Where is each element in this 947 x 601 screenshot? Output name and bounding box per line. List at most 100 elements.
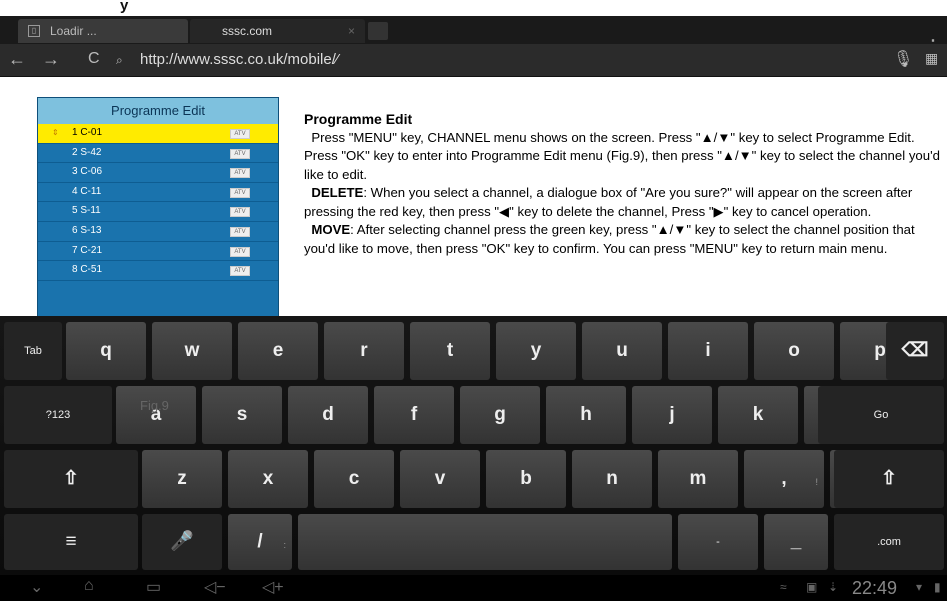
key-d-label: d [322,404,334,425]
atv-badge: ATV [230,148,250,159]
key-g-label: g [494,404,506,425]
key-e[interactable]: e [238,322,318,380]
key-backspace[interactable]: ⌫ [886,322,944,380]
key-b[interactable]: b [486,450,566,508]
key-space[interactable] [298,514,672,570]
system-nav-bar: ⌄ ⌂ ▭ ◁− ◁+ ≈ ▣ ⇣ 22:49 ▾ ▮ [0,575,947,601]
atv-badge: ATV [230,129,250,139]
forward-icon[interactable]: → [42,49,60,70]
atv-badge: ATV [230,168,250,179]
channel-row[interactable]: 8 C-51 ATV [38,261,278,281]
url-input[interactable]: http://www.sssc.co.uk/mobile/⁄ [140,49,860,71]
key-o-label: o [788,340,800,361]
programme-edit-panel: Programme Edit ⇕ 1 C-01 ATV 2 S-42 ATV 3 C-06… [37,97,279,319]
key-y[interactable]: y [496,322,576,380]
atv-badge: ATV [230,266,250,277]
channel-row[interactable]: 6 S-13 ATV [38,222,278,242]
tab-active[interactable]: sssc.com × [190,19,365,43]
key-symbols[interactable]: ?123 [4,386,112,444]
channel-row[interactable]: 4 C-11 ATV [38,183,278,203]
channel-label: 2 S-42 [72,146,102,158]
key-k-label: k [752,404,764,425]
key-slash[interactable]: /: [228,514,292,570]
volume-down-icon[interactable]: ◁− [204,577,226,597]
key-c[interactable]: c [314,450,394,508]
key-w[interactable]: w [152,322,232,380]
recent-apps-icon[interactable]: ▭ [146,577,161,597]
clock: 22:49 [852,578,898,598]
tab-loading[interactable]: ▯ Loadir ... [18,19,188,43]
volume-up-icon[interactable]: ◁+ [262,577,284,597]
home-icon[interactable]: ⌂ [84,577,94,595]
key-e-label: e [272,340,284,361]
key-settings[interactable]: ≡ [4,514,138,570]
key-d[interactable]: d [288,386,368,444]
search-icon: ⌕ [116,53,123,67]
key-z-label: z [177,468,187,489]
key-v[interactable]: v [400,450,480,508]
channel-row[interactable]: 7 C-21 ATV [38,242,278,262]
key-x[interactable]: x [228,450,308,508]
channel-row[interactable]: 5 S-11 ATV [38,202,278,222]
key-n-label: n [606,468,618,489]
key-n[interactable]: n [572,450,652,508]
key-j[interactable]: j [632,386,712,444]
key-r[interactable]: r [324,322,404,380]
key-a[interactable]: a [116,386,196,444]
key-tab-label: Tab [24,345,42,357]
key-dotcom-label: .com [877,536,901,548]
key-y-label: y [530,340,542,361]
key-h-label: h [580,404,592,425]
key-o[interactable]: o [754,322,834,380]
screenshot-icon: ▣ [806,580,818,594]
key-tab[interactable]: Tab [4,322,62,380]
key-hint: ! [815,477,818,487]
url-bar: ← → C ⌕ http://www.sssc.co.uk/mobile/⁄ 🎙… [0,44,947,77]
key-m[interactable]: m [658,450,738,508]
key-h[interactable]: h [546,386,626,444]
paragraph-move: MOVE: After selecting channel press the … [304,222,915,256]
key-z[interactable]: z [142,450,222,508]
channel-row[interactable]: 2 S-42 ATV [38,144,278,164]
channel-label: 3 C-06 [72,166,103,178]
key-i[interactable]: i [668,322,748,380]
key-shift-left[interactable]: ⇧ [4,450,138,508]
key-i-label: i [705,340,711,361]
microphone-icon[interactable]: 🎙 [893,49,913,69]
key-comma[interactable]: ,! [744,450,824,508]
figure-label: Fig.9 [140,398,169,413]
key-dash[interactable]: - [678,514,758,570]
back-icon[interactable]: ← [8,49,26,70]
bookmarks-icon[interactable]: ▦ [925,50,938,67]
key-t[interactable]: t [410,322,490,380]
notification-icon: ≈ [780,580,787,594]
hide-keyboard-icon[interactable]: ⌄ [30,577,43,597]
channel-label: 1 C-01 [72,127,103,138]
key-s[interactable]: s [202,386,282,444]
browser-tab-bar: ▯ Loadir ... sssc.com × ⋮ [0,16,947,55]
key-underscore[interactable]: _ [764,514,828,570]
key-go[interactable]: Go [818,386,944,444]
key-q[interactable]: q [66,322,146,380]
key-shift-right[interactable]: ⇧ [834,450,944,508]
atv-badge: ATV [230,187,250,198]
paragraph-delete: DELETE: When you select a channel, a dia… [304,185,913,219]
download-icon: ⇣ [828,580,839,594]
panel-title: Programme Edit [38,98,278,124]
key-u[interactable]: u [582,322,662,380]
wifi-icon: ▾ [916,580,923,594]
channel-row[interactable]: 3 C-06 ATV [38,163,278,183]
page-icon: ▯ [28,25,40,37]
key-voice-input[interactable]: 🎤 [142,514,222,570]
reload-icon[interactable]: C [88,50,100,68]
channel-row[interactable]: ⇕ 1 C-01 ATV [38,124,278,144]
key-backspace-label: ⌫ [901,340,929,361]
close-tab-icon[interactable]: × [348,19,355,43]
key-k[interactable]: k [718,386,798,444]
key-f[interactable]: f [374,386,454,444]
key-underscore-label: _ [790,531,802,552]
key-symbols-label: ?123 [45,409,71,421]
key-g[interactable]: g [460,386,540,444]
new-tab-button[interactable] [368,22,388,40]
key-dotcom[interactable]: .com [834,514,944,570]
